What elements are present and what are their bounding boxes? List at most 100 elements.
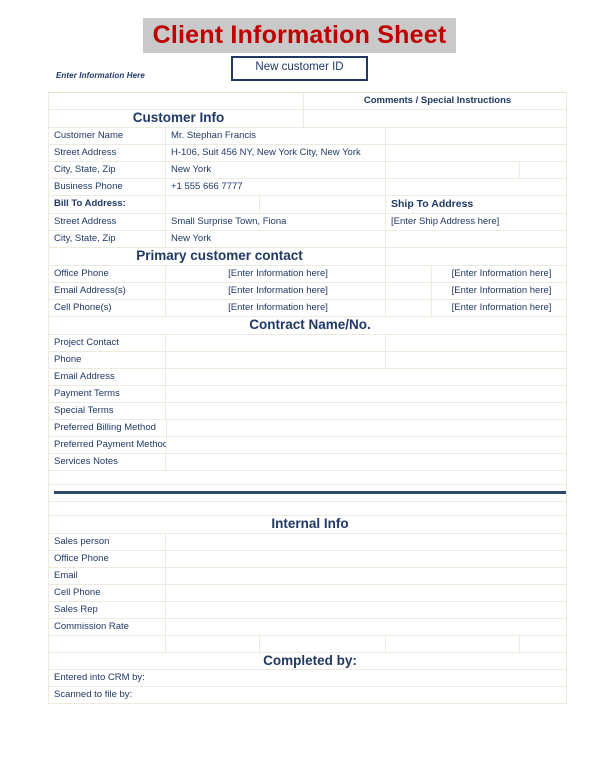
field-value-internal-office-phone[interactable]	[164, 549, 568, 568]
bill-to-cell-a[interactable]	[165, 194, 260, 214]
comment-cell[interactable]	[384, 143, 568, 162]
spacer-cell	[47, 500, 568, 516]
blank-cell[interactable]	[385, 634, 520, 653]
comment-cell-extra[interactable]	[518, 160, 568, 179]
table-row-spacer	[47, 500, 568, 516]
blank-cell[interactable]	[165, 634, 260, 653]
field-label-payment-terms: Payment Terms	[48, 384, 166, 403]
section-divider-bar	[54, 491, 566, 495]
field-value-special-terms[interactable]	[164, 401, 568, 420]
field-value-project-contact[interactable]	[165, 333, 386, 352]
field-value-sales-rep[interactable]	[164, 600, 568, 619]
comment-cell[interactable]	[384, 229, 568, 248]
field-label-cell-phones: Cell Phone(s)	[48, 298, 166, 317]
field-label-services-notes: Services Notes	[48, 452, 166, 471]
field-label-special-terms: Special Terms	[48, 401, 166, 420]
field-label-preferred-billing-method: Preferred Billing Method	[48, 418, 167, 437]
field-label-customer-name: Customer Name	[48, 126, 166, 145]
comment-cell[interactable]	[384, 126, 568, 145]
field-label-city-state-zip: City, State, Zip	[48, 160, 166, 179]
new-customer-id-button[interactable]: New customer ID	[231, 56, 368, 81]
field-value-contract-email-address[interactable]	[164, 367, 568, 386]
field-value-internal-cell-phone[interactable]	[164, 583, 568, 602]
enter-information-here-label: Enter Information Here	[56, 71, 145, 80]
field-value-contract-phone[interactable]	[165, 350, 386, 369]
field-value-ship-to-address[interactable]: [Enter Ship Address here]	[384, 212, 568, 231]
field-value-bill-street-address[interactable]: Small Surprise Town, Fiona	[165, 212, 386, 231]
field-label-bill-street-address: Street Address	[48, 212, 166, 231]
table-row-section-primary-contact: Primary customer contact	[48, 246, 568, 266]
field-value-preferred-billing-method[interactable]	[165, 418, 568, 437]
comment-cell-phones[interactable]: [Enter Information here]	[430, 298, 568, 317]
section-header-completed-by: Completed by:	[47, 651, 568, 671]
field-value-customer-name[interactable]: Mr. Stephan Francis	[165, 126, 386, 145]
comment-cell[interactable]	[384, 333, 568, 352]
spacer-cell	[47, 469, 568, 485]
field-value-office-phone[interactable]: [Enter Information here]	[165, 264, 386, 283]
field-label-scanned-to-file-by[interactable]: Scanned to file by:	[47, 686, 568, 705]
table-row: Sales person	[48, 532, 568, 551]
field-label-bill-city-state-zip: City, State, Zip	[48, 229, 166, 248]
field-value-city-state-zip[interactable]: New York	[165, 160, 386, 179]
table-row-bill-to: Bill To Address: Ship To Address	[48, 194, 568, 214]
table-row-comments-header: Comments / Special Instructions	[48, 92, 568, 110]
table-row-segmented-blank	[48, 634, 568, 653]
field-label-entered-into-crm-by[interactable]: Entered into CRM by:	[47, 669, 568, 688]
field-label-internal-cell-phone: Cell Phone	[48, 583, 166, 602]
table-row: Office Phone	[48, 549, 568, 568]
table-row: Phone	[48, 350, 568, 369]
table-row: Email	[48, 566, 568, 585]
spacer-cell	[385, 298, 432, 317]
title-block: Client Information Sheet	[0, 0, 599, 53]
table-row: Sales Rep	[48, 600, 568, 619]
field-value-internal-email[interactable]	[164, 566, 568, 585]
table-row-section-completed-by: Completed by:	[47, 651, 568, 671]
section-header-contract-name-no: Contract Name/No.	[47, 315, 568, 335]
bill-to-cell-b[interactable]	[259, 194, 386, 214]
table-row: City, State, Zip New York	[48, 229, 568, 248]
field-value-commission-rate[interactable]	[164, 617, 568, 636]
field-value-sales-person[interactable]	[164, 532, 568, 551]
field-label-internal-office-phone: Office Phone	[48, 549, 166, 568]
field-label-office-phone: Office Phone	[48, 264, 166, 283]
table-row: Services Notes	[48, 452, 568, 471]
comment-cell[interactable]	[385, 160, 520, 179]
blank-cell[interactable]	[259, 634, 386, 653]
field-label-email-addresses: Email Address(s)	[48, 281, 166, 300]
table-row-section-internal-info: Internal Info	[47, 514, 568, 534]
field-value-cell-phones[interactable]: [Enter Information here]	[165, 298, 386, 317]
comment-cell[interactable]	[384, 177, 568, 196]
table-row: Email Address	[48, 367, 568, 386]
field-label-ship-to-address: Ship To Address	[384, 194, 568, 214]
field-value-business-phone[interactable]: +1 555 666 7777	[165, 177, 386, 196]
field-value-payment-terms[interactable]	[164, 384, 568, 403]
table-row: Business Phone +1 555 666 7777	[48, 177, 568, 196]
field-label-street-address: Street Address	[48, 143, 166, 162]
field-value-services-notes[interactable]	[164, 452, 568, 471]
blank-cell	[48, 92, 304, 110]
table-row: Email Address(s) [Enter Information here…	[48, 281, 568, 300]
table-row: Preferred Billing Method	[48, 418, 568, 437]
table-row: Street Address H-106, Suit 456 NY, New Y…	[48, 143, 568, 162]
field-label-contract-email-address: Email Address	[48, 367, 166, 386]
table-row: Scanned to file by:	[47, 686, 568, 705]
table-row: Special Terms	[48, 401, 568, 420]
table-row-section-customer-info: Customer Info	[48, 109, 568, 128]
field-label-sales-person: Sales person	[48, 532, 166, 551]
table-row-divider	[47, 483, 568, 502]
field-value-email-addresses[interactable]: [Enter Information here]	[165, 281, 386, 300]
section-header-internal-info: Internal Info	[47, 514, 568, 534]
blank-cell	[302, 109, 568, 128]
blank-cell	[384, 246, 568, 266]
blank-cell[interactable]	[48, 634, 166, 653]
blank-cell[interactable]	[518, 634, 568, 653]
comment-cell[interactable]	[384, 350, 568, 369]
comment-email-addresses[interactable]: [Enter Information here]	[430, 281, 568, 300]
comment-office-phone[interactable]: [Enter Information here]	[430, 264, 568, 283]
field-value-preferred-payment-method[interactable]	[165, 435, 568, 454]
field-label-preferred-payment-method: Preferred Payment Method	[48, 435, 167, 454]
spacer-cell	[385, 281, 432, 300]
field-label-bill-to-address: Bill To Address:	[48, 194, 166, 214]
field-value-street-address[interactable]: H-106, Suit 456 NY, New York City, New Y…	[165, 143, 386, 162]
field-value-bill-city-state-zip[interactable]: New York	[165, 229, 386, 248]
